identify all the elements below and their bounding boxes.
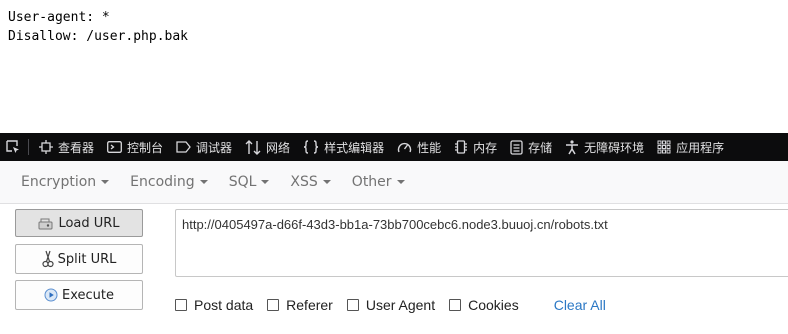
- cookies-checkbox[interactable]: [449, 299, 462, 311]
- tab-label: 调试器: [196, 140, 233, 155]
- accessibility-icon: [566, 139, 579, 154]
- toolbar-divider: [28, 139, 29, 155]
- menu-label: Encryption: [21, 174, 97, 190]
- tab-label: 样式编辑器: [324, 140, 385, 155]
- post-data-checkbox[interactable]: [175, 299, 187, 311]
- tab-inspector[interactable]: 查看器: [33, 133, 101, 161]
- tab-label: 内存: [473, 140, 498, 155]
- url-input[interactable]: http://0405497a-d66f-43d3-bb1a-73bb700ce…: [175, 209, 788, 277]
- caret-down-icon: [261, 180, 270, 184]
- style-editor-icon: [304, 140, 319, 154]
- referer-option[interactable]: Referer: [267, 297, 333, 313]
- hackbar-options: Post data Referer User Agent Cookies Cle…: [175, 296, 606, 314]
- robots-line-user-agent: User-agent: *: [8, 10, 110, 25]
- inspector-icon: [39, 140, 53, 154]
- menu-encoding[interactable]: Encoding: [123, 174, 215, 190]
- tab-label: 存储: [528, 140, 553, 155]
- network-icon: [245, 139, 261, 155]
- caret-down-icon: [199, 180, 208, 184]
- tab-label: 查看器: [58, 140, 95, 155]
- hackbar-menu-bar: Encryption Encoding SQL XSS Other: [0, 161, 788, 204]
- execute-button[interactable]: Execute: [15, 280, 143, 310]
- tab-console[interactable]: 控制台: [101, 133, 170, 161]
- tab-label: 性能: [417, 140, 442, 155]
- user-agent-checkbox[interactable]: [346, 299, 359, 311]
- tab-network[interactable]: 网络: [239, 133, 297, 161]
- split-url-button[interactable]: Split URL: [15, 244, 143, 274]
- user-agent-label: User Agent: [365, 297, 436, 313]
- application-icon: [657, 140, 671, 154]
- referer-label: Referer: [286, 297, 333, 313]
- caret-down-icon: [396, 180, 405, 184]
- tab-performance[interactable]: 性能: [391, 133, 448, 161]
- tab-storage[interactable]: 存储: [504, 133, 559, 161]
- split-url-label: Split URL: [57, 251, 117, 267]
- cookies-option[interactable]: Cookies: [449, 297, 519, 313]
- menu-other[interactable]: Other: [345, 174, 412, 190]
- debugger-icon: [176, 141, 191, 153]
- menu-xss[interactable]: XSS: [283, 174, 337, 190]
- caret-down-icon: [101, 180, 110, 184]
- referer-checkbox[interactable]: [267, 299, 280, 311]
- tab-label: 网络: [266, 140, 291, 155]
- scissors-icon: [42, 250, 54, 268]
- tab-accessibility[interactable]: 无障碍环境: [559, 133, 651, 161]
- tab-label: 控制台: [127, 140, 164, 155]
- element-picker-icon[interactable]: [0, 133, 26, 161]
- robots-txt-content: User-agent: * Disallow: /user.php.bak: [8, 8, 188, 46]
- caret-down-icon: [322, 180, 331, 184]
- menu-label: SQL: [228, 174, 257, 190]
- load-url-button[interactable]: Load URL: [15, 209, 143, 237]
- play-icon: [44, 288, 58, 302]
- clear-all-link[interactable]: Clear All: [554, 297, 606, 313]
- menu-label: Encoding: [130, 174, 195, 190]
- robots-line-disallow: Disallow: /user.php.bak: [8, 29, 189, 44]
- user-agent-option[interactable]: User Agent: [346, 297, 436, 313]
- tab-label: 无障碍环境: [584, 140, 645, 155]
- storage-icon: [510, 139, 523, 155]
- post-data-option[interactable]: Post data: [175, 297, 253, 313]
- tab-style-editor[interactable]: 样式编辑器: [297, 133, 391, 161]
- execute-label: Execute: [62, 287, 114, 303]
- post-data-label: Post data: [194, 297, 254, 313]
- menu-encryption[interactable]: Encryption: [14, 174, 116, 190]
- tab-memory[interactable]: 内存: [448, 133, 504, 161]
- performance-icon: [397, 142, 412, 153]
- tab-debugger[interactable]: 调试器: [170, 133, 239, 161]
- cookies-label: Cookies: [468, 297, 519, 313]
- devtools-toolbar: 查看器 控制台 调试器 网络 样式编辑器 性能 内存 存储 无障碍环境 应用程序: [0, 133, 788, 161]
- memory-icon: [455, 140, 468, 154]
- menu-label: XSS: [290, 174, 318, 190]
- load-url-label: Load URL: [58, 215, 120, 231]
- menu-sql[interactable]: SQL: [222, 174, 277, 190]
- url-value: http://0405497a-d66f-43d3-bb1a-73bb700ce…: [182, 217, 608, 232]
- tab-label: 应用程序: [676, 140, 725, 155]
- load-url-icon: [38, 218, 53, 230]
- menu-label: Other: [351, 174, 392, 190]
- tab-application[interactable]: 应用程序: [651, 133, 731, 161]
- console-icon: [107, 141, 122, 153]
